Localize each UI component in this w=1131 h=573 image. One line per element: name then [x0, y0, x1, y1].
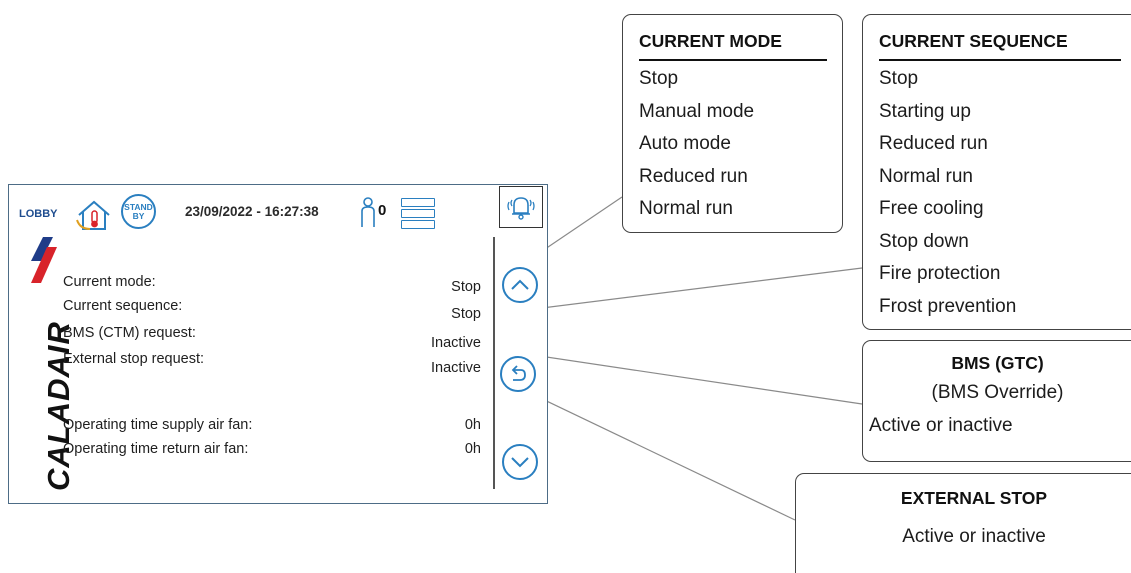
standby-button[interactable]: STAND BY: [121, 194, 156, 229]
stack-bar-top: [401, 198, 435, 207]
stack-bar-middle: [401, 209, 435, 218]
return-fan-time-label: Operating time return air fan:: [63, 441, 249, 457]
list-item: Stop: [879, 68, 919, 89]
chevron-down-icon: [511, 457, 529, 468]
current-mode-title: CURRENT MODE: [639, 31, 782, 51]
nav-divider: [493, 237, 495, 489]
bms-description: Active or inactive: [869, 415, 1013, 436]
bms-request-value: Inactive: [431, 335, 481, 351]
bms-callout: BMS (GTC) (BMS Override) Active or inact…: [862, 340, 1131, 462]
stack-bar-bottom: [401, 220, 435, 229]
current-sequence-list: Stop Starting up Reduced run Normal run …: [879, 63, 1016, 323]
list-item: Reduced run: [879, 133, 988, 154]
current-sequence-value: Stop: [451, 306, 481, 322]
list-item: Fire protection: [879, 263, 1001, 284]
chevron-up-icon: [511, 279, 529, 290]
list-item: Normal run: [639, 198, 733, 219]
stack-icon[interactable]: [9, 185, 10, 186]
brand-logo: CALADAIR: [23, 237, 76, 495]
scroll-down-button[interactable]: [502, 444, 538, 480]
supply-fan-time-value: 0h: [464, 417, 481, 433]
current-mode-list: Stop Manual mode Auto mode Reduced run N…: [639, 63, 754, 226]
current-mode-value: Stop: [451, 279, 481, 295]
hmi-screen: LOBBY STAND BY 23/09/2022 - 16:27:38 0 C…: [8, 184, 548, 504]
title-underline: [639, 59, 827, 61]
list-item: Reduced run: [639, 165, 748, 187]
list-item: Auto mode: [639, 133, 731, 154]
home-thermometer-icon[interactable]: [75, 198, 113, 232]
datetime-display: 23/09/2022 - 16:27:38: [185, 204, 319, 219]
location-label: LOBBY: [19, 208, 58, 220]
list-item: Manual mode: [639, 100, 755, 122]
external-stop-description: Active or inactive: [902, 526, 1046, 547]
list-item: Normal run: [879, 165, 973, 187]
external-stop-callout: EXTERNAL STOP Active or inactive: [795, 473, 1131, 573]
current-sequence-callout: CURRENT SEQUENCE Stop Starting up Reduce…: [862, 14, 1131, 330]
scroll-up-button[interactable]: [502, 267, 538, 303]
bms-subtitle: (BMS Override): [931, 382, 1064, 403]
list-item: Frost prevention: [879, 295, 1017, 317]
brand-logo-text: CALADAIR: [41, 321, 76, 491]
current-mode-label: Current mode:: [63, 274, 156, 290]
return-fan-time-value: 0h: [464, 441, 481, 457]
current-sequence-title: CURRENT SEQUENCE: [879, 31, 1068, 51]
alarm-bell-icon: [507, 197, 535, 220]
list-item: Stop: [639, 68, 679, 89]
list-item: Starting up: [879, 100, 971, 122]
external-stop-title: EXTERNAL STOP: [900, 488, 1048, 508]
external-stop-label: External stop request:: [63, 351, 205, 367]
current-sequence-label: Current sequence:: [63, 298, 183, 314]
current-mode-callout: CURRENT MODE Stop Manual mode Auto mode …: [622, 14, 843, 233]
list-item: Free cooling: [879, 198, 984, 219]
alarm-button[interactable]: [499, 186, 543, 228]
occupancy-count: 0: [378, 202, 387, 219]
bms-title: BMS (GTC): [951, 353, 1044, 373]
back-button[interactable]: [500, 356, 536, 392]
bms-request-label: BMS (CTM) request:: [63, 325, 196, 341]
occupant-icon: [359, 197, 377, 229]
external-stop-value: Inactive: [431, 360, 481, 376]
list-item: Stop down: [879, 230, 969, 252]
title-underline: [879, 59, 1121, 61]
back-icon: [511, 365, 526, 381]
supply-fan-time-label: Operating time supply air fan:: [63, 417, 253, 433]
standby-label-line2: BY: [132, 210, 145, 221]
